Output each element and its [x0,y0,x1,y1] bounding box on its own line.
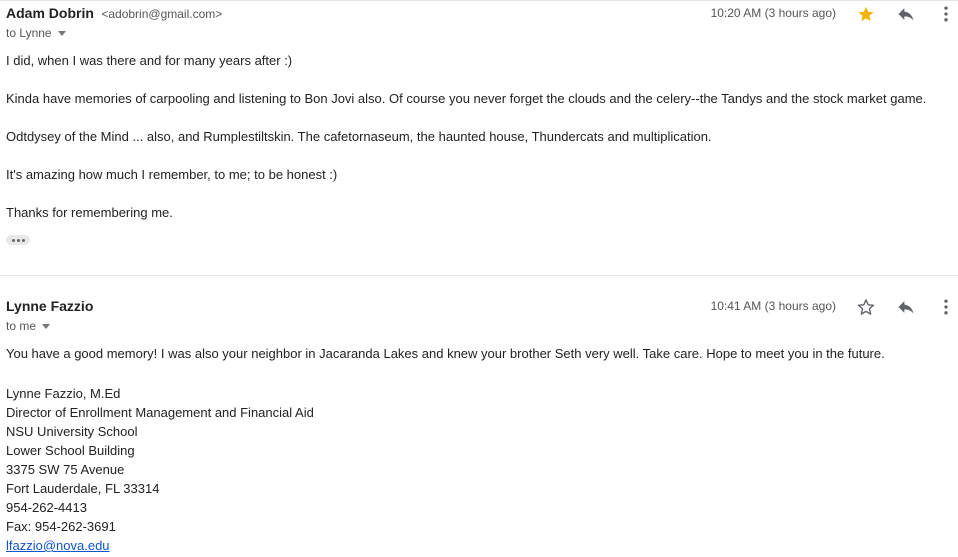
body-paragraph: Thanks for remembering me. [6,205,173,220]
signature-line: 3375 SW 75 Avenue [6,462,125,477]
body-paragraph: It's amazing how much I remember, to me;… [6,167,338,182]
body-paragraph: Odtdysey of the Mind ... also, and Rumpl… [6,129,712,144]
more-vert-icon [944,6,948,22]
signature-line: 954-262-4413 [6,500,87,515]
email-message-2: Lynne Fazzio to me 10:41 AM (3 hours ago… [0,275,958,557]
sender-row: Adam Dobrin <adobrin@gmail.com> [6,5,222,23]
more-vert-icon [944,299,948,315]
reply-button[interactable] [895,296,917,318]
signature-line: Director of Enrollment Management and Fi… [6,405,314,420]
more-options-button[interactable] [935,296,957,318]
chevron-down-icon [42,324,51,330]
recipient-details-toggle[interactable]: to Lynne [6,26,66,40]
sender-row: Lynne Fazzio [6,298,93,316]
recipient-label: to Lynne [6,26,52,40]
body-paragraph: You have a good memory! I was also your … [6,346,885,361]
signature-line: Fort Lauderdale, FL 33314 [6,481,160,496]
message-body: I did, when I was there and for many yea… [6,53,951,243]
body-paragraph: I did, when I was there and for many yea… [6,53,293,68]
more-options-button[interactable] [935,3,957,25]
signature-line: Lower School Building [6,443,135,458]
body-paragraph: Kinda have memories of carpooling and li… [6,91,927,106]
message-body: You have a good memory! I was also your … [6,346,951,555]
signature-line: Fax: 954-262-3691 [6,519,116,534]
sender-name[interactable]: Lynne Fazzio [6,298,93,314]
sender-email: <adobrin@gmail.com> [101,7,223,21]
star-button[interactable] [855,296,877,318]
star-button[interactable] [855,3,877,25]
show-trimmed-content-button[interactable] [6,235,30,245]
email-message-1: Adam Dobrin <adobrin@gmail.com> to Lynne… [0,0,958,276]
reply-icon [898,8,914,21]
chevron-down-icon [57,31,66,37]
star-filled-icon [858,6,874,22]
email-signature: Lynne Fazzio, M.Ed Director of Enrollmen… [6,384,951,555]
reply-icon [898,301,914,314]
sender-name[interactable]: Adam Dobrin [6,5,94,21]
recipient-details-toggle[interactable]: to me [6,319,51,333]
reply-button[interactable] [895,3,917,25]
signature-line: Lynne Fazzio, M.Ed [6,386,121,401]
message-timestamp: 10:41 AM (3 hours ago) [710,299,836,313]
message-timestamp: 10:20 AM (3 hours ago) [710,6,836,20]
ellipsis-icon [11,238,15,242]
recipient-label: to me [6,319,37,333]
star-outline-icon [857,299,875,315]
signature-line: NSU University School [6,424,138,439]
signature-email-link[interactable]: lfazzio@nova.edu [6,538,110,553]
